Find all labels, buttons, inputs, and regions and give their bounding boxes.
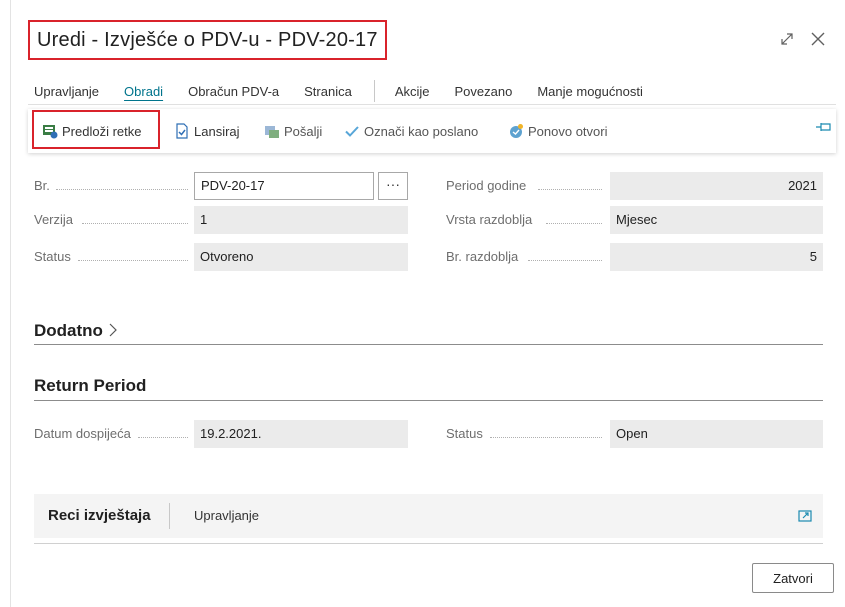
period-no-field: 5: [610, 243, 823, 271]
return-status-label: Status: [446, 426, 483, 441]
checkmark-icon: [344, 123, 360, 139]
report-lines-bottom: [34, 543, 823, 544]
version-dots: [82, 222, 188, 224]
period-no-label: Br. razdoblja: [446, 249, 519, 264]
version-label: Verzija: [34, 212, 74, 227]
menu-povezano[interactable]: Povezano: [455, 84, 513, 99]
menu-upravljanje[interactable]: Upravljanje: [34, 84, 99, 99]
menu-obradi[interactable]: Obradi: [124, 84, 163, 99]
menu-divider: [28, 104, 836, 105]
period-year-dots: [538, 188, 602, 190]
status-dots: [78, 259, 188, 261]
menu-stranica[interactable]: Stranica: [304, 84, 352, 99]
status-field: Otvoreno: [194, 243, 408, 271]
release-label: Lansiraj: [194, 123, 240, 139]
menu-akcije[interactable]: Akcije: [395, 84, 430, 99]
due-date-field: 19.2.2021.: [194, 420, 408, 448]
mark-as-sent-button[interactable]: Označi kao poslano: [344, 109, 478, 153]
reopen-icon: [508, 123, 524, 139]
report-lines-title: Reci izvještaja: [48, 507, 151, 524]
section-additional-line: [34, 344, 823, 345]
section-return-period[interactable]: Return Period: [34, 376, 146, 396]
chevron-right-icon: [108, 322, 118, 342]
menu-fewer-options[interactable]: Manje mogućnosti: [537, 84, 643, 99]
section-additional-title: Dodatno: [34, 321, 103, 340]
expand-icon[interactable]: [778, 30, 796, 53]
submit-lines-highlight: [32, 110, 160, 149]
page-title: Uredi - Izvješće o PDV-u - PDV-20-17: [37, 29, 378, 51]
due-date-label: Datum dospijeća: [34, 426, 131, 441]
section-return-period-line: [34, 400, 823, 401]
due-date-dots: [138, 436, 188, 438]
reopen-label: Ponovo otvori: [528, 123, 608, 139]
return-status-field: Open: [610, 420, 823, 448]
version-field: 1: [194, 206, 408, 234]
no-field[interactable]: PDV-20-17: [194, 172, 374, 200]
page-title-box: Uredi - Izvješće o PDV-u - PDV-20-17: [28, 20, 387, 60]
send-label: Pošalji: [284, 123, 323, 139]
report-lines-part: Reci izvještaja Upravljanje: [34, 494, 823, 538]
pin-icon[interactable]: [815, 120, 833, 137]
reopen-button[interactable]: Ponovo otvori: [508, 109, 608, 153]
period-type-label: Vrsta razdoblja: [446, 212, 533, 227]
period-year-field: 2021: [610, 172, 823, 200]
report-lines-separator: [169, 503, 170, 529]
menu-obracun-pdv[interactable]: Obračun PDV-a: [188, 84, 279, 99]
no-label: Br.: [34, 178, 50, 193]
period-no-dots: [528, 259, 602, 261]
release-icon: [174, 123, 190, 139]
release-button[interactable]: Lansiraj: [174, 109, 240, 153]
open-in-new-icon[interactable]: [797, 508, 813, 529]
status-label: Status: [34, 249, 71, 264]
lookup-button[interactable]: ···: [378, 172, 408, 200]
period-type-field: Mjesec: [610, 206, 823, 234]
no-dots: [56, 188, 188, 190]
menu-separator: [373, 80, 375, 102]
close-icon[interactable]: [809, 30, 827, 53]
close-button[interactable]: Zatvori: [752, 563, 834, 593]
action-menu-bar: Upravljanje Obradi Obračun PDV-a Stranic…: [34, 80, 668, 102]
send-icon: [264, 123, 280, 139]
send-button[interactable]: Pošalji: [264, 109, 322, 153]
period-year-label: Period godine: [446, 178, 527, 193]
return-status-dots: [490, 436, 602, 438]
period-type-dots: [546, 222, 602, 224]
section-additional[interactable]: Dodatno: [34, 321, 118, 342]
report-lines-manage-menu[interactable]: Upravljanje: [194, 494, 259, 538]
mark-as-sent-label: Označi kao poslano: [364, 123, 479, 139]
left-border: [10, 0, 11, 607]
